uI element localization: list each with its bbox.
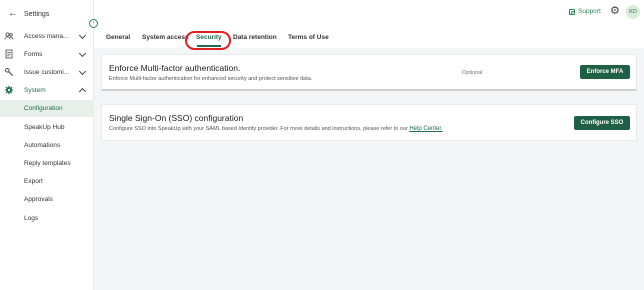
gear-icon xyxy=(4,85,14,95)
sidebar-subitem-label: Approvals xyxy=(24,196,53,203)
settings-label: Settings xyxy=(24,10,50,18)
mfa-status: Optional xyxy=(462,70,483,76)
sidebar-subitem-configuration[interactable]: Configuration xyxy=(0,100,94,117)
avatar[interactable]: KD xyxy=(626,5,640,19)
chevron-down-icon xyxy=(78,67,87,76)
collapse-sidebar-button[interactable]: ‹ xyxy=(89,19,98,28)
sidebar-subitem-export[interactable]: Export xyxy=(0,173,94,190)
sidebar-item-label: Issue customi... xyxy=(24,69,70,76)
sidebar: ← Settings Access mana... Forms Issue cu… xyxy=(0,0,94,290)
sidebar-subitem-label: Export xyxy=(24,178,43,185)
chevron-up-icon xyxy=(78,87,87,96)
sidebar-item-issue-customization[interactable]: Issue customi... xyxy=(0,64,94,80)
help-center-link[interactable]: Help Center. xyxy=(409,126,442,132)
settings-tabs: General System access Security Data rete… xyxy=(94,24,644,50)
mfa-description: Enforce Multi-factor authentication for … xyxy=(109,76,313,82)
sidebar-subitem-approvals[interactable]: Approvals xyxy=(0,191,94,208)
gear-icon[interactable]: ⚙ xyxy=(610,6,620,17)
tab-data-retention[interactable]: Data retention xyxy=(233,34,277,41)
sso-description: Configure SSO into SpeakUp with your SAM… xyxy=(109,126,443,132)
sidebar-subitem-reply-templates[interactable]: Reply templates xyxy=(0,155,94,172)
mfa-title: Enforce Multi-factor authentication. xyxy=(109,63,241,73)
sidebar-item-forms[interactable]: Forms xyxy=(0,46,94,62)
sidebar-subitem-logs[interactable]: Logs xyxy=(0,210,94,227)
tab-general[interactable]: General xyxy=(106,34,130,41)
sidebar-item-access-management[interactable]: Access mana... xyxy=(0,28,94,44)
chevron-left-icon: ‹ xyxy=(92,20,95,26)
back-to-settings[interactable]: ← Settings xyxy=(8,8,49,20)
sidebar-item-system[interactable]: System xyxy=(0,82,94,98)
support-icon xyxy=(569,8,575,15)
sidebar-item-label: System xyxy=(24,87,46,94)
chevron-down-icon xyxy=(78,31,87,40)
mfa-card: Enforce Multi-factor authentication. Enf… xyxy=(101,54,637,91)
sidebar-subitem-label: Logs xyxy=(24,215,39,222)
support-link[interactable]: Support xyxy=(569,8,601,15)
wrench-icon xyxy=(4,67,14,77)
users-icon xyxy=(4,31,14,41)
sso-description-text: Configure SSO into SpeakUp with your SAM… xyxy=(109,126,408,132)
sidebar-subitem-label: SpeakUp Hub xyxy=(24,124,65,131)
support-label: Support xyxy=(578,8,601,15)
arrow-left-icon: ← xyxy=(8,8,18,19)
sidebar-subitem-label: Configuration xyxy=(24,105,63,112)
sidebar-item-label: Access mana... xyxy=(24,33,69,40)
sso-card: Single Sign-On (SSO) configuration Confi… xyxy=(101,104,637,141)
enforce-mfa-button[interactable]: Enforce MFA xyxy=(580,65,630,79)
top-bar: Support ⚙ KD xyxy=(94,0,644,24)
highlight-annotation xyxy=(185,31,231,50)
sidebar-subitem-speakup-hub[interactable]: SpeakUp Hub xyxy=(0,119,94,136)
configure-sso-button[interactable]: Configure SSO xyxy=(574,116,630,130)
sidebar-subitem-label: Automations xyxy=(24,142,61,149)
sidebar-subitem-automations[interactable]: Automations xyxy=(0,137,94,154)
chevron-down-icon xyxy=(78,49,87,58)
tab-system-access[interactable]: System access xyxy=(142,34,189,41)
sidebar-subitem-label: Reply templates xyxy=(24,160,71,167)
sidebar-item-label: Forms xyxy=(24,51,43,58)
forms-icon xyxy=(4,49,14,59)
sso-title: Single Sign-On (SSO) configuration xyxy=(109,113,244,123)
tab-terms-of-use[interactable]: Terms of Use xyxy=(288,34,329,41)
